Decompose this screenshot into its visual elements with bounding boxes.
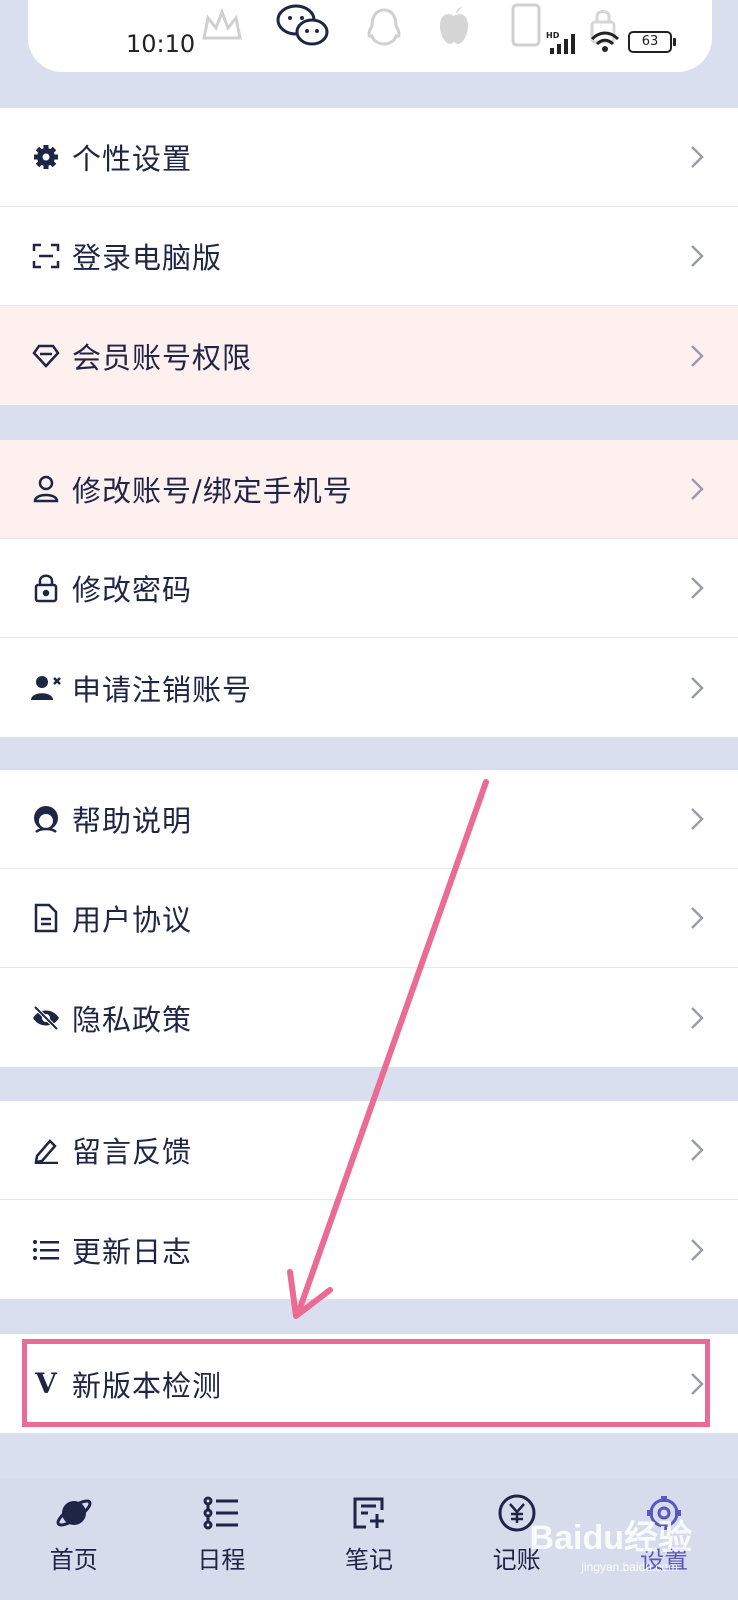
status-bar: 10:10 HD 63 — [28, 0, 712, 72]
tab-home[interactable]: 首页 — [0, 1478, 148, 1600]
chevron-right-icon — [691, 146, 704, 168]
tab-label: 笔记 — [344, 1546, 393, 1574]
crown-icon — [202, 8, 242, 40]
pencil-icon — [30, 1134, 62, 1166]
row-label: 登录电脑版 — [72, 241, 223, 275]
gear-icon — [30, 141, 62, 173]
row-change-password[interactable]: 修改密码 — [0, 539, 738, 638]
watermark: Baidu经验 — [529, 1519, 692, 1557]
row-label: 会员账号权限 — [72, 340, 253, 375]
chevron-right-icon — [691, 676, 704, 699]
row-label: 帮助说明 — [72, 804, 193, 838]
settings-group-account: 修改账号/绑定手机号 修改密码 申请注销账号 — [0, 440, 738, 737]
row-label: 修改密码 — [72, 573, 193, 607]
note-add-icon — [348, 1492, 390, 1534]
scan-icon — [30, 240, 62, 272]
signal-icon: HD — [546, 31, 575, 54]
apple-icon — [440, 7, 468, 44]
settings-group-info: 帮助说明 用户协议 隐私政策 — [0, 770, 738, 1067]
user-remove-icon — [30, 672, 62, 704]
row-label: 更新日志 — [72, 1234, 193, 1269]
row-label: 新版本检测 — [72, 1368, 223, 1403]
tab-label: 首页 — [49, 1546, 98, 1574]
row-label: 修改账号/绑定手机号 — [72, 474, 353, 508]
chevron-right-icon — [691, 478, 704, 500]
chevron-right-icon — [691, 808, 704, 830]
battery-indicator: 63 — [628, 31, 676, 53]
status-time: 10:10 — [126, 30, 196, 58]
chevron-right-icon — [691, 245, 704, 267]
row-help[interactable]: 帮助说明 — [0, 770, 738, 869]
row-pc-login[interactable]: 登录电脑版 — [0, 207, 738, 306]
diamond-icon — [30, 340, 62, 372]
schedule-icon — [200, 1492, 242, 1534]
settings-group-version: V 新版本检测 — [0, 1334, 738, 1433]
row-changelog[interactable]: 更新日志 — [0, 1200, 738, 1299]
row-privacy-policy[interactable]: 隐私政策 — [0, 968, 738, 1067]
chevron-right-icon — [691, 1006, 704, 1029]
settings-group-feedback: 留言反馈 更新日志 — [0, 1101, 738, 1299]
row-membership[interactable]: 会员账号权限 — [0, 306, 738, 405]
settings-group-personal: 个性设置 登录电脑版 会员账号权限 — [0, 108, 738, 405]
status-indicators: HD 63 — [546, 30, 676, 54]
row-label: 留言反馈 — [72, 1135, 193, 1169]
tab-notes[interactable]: 笔记 — [295, 1478, 443, 1600]
planet-icon — [53, 1492, 95, 1534]
user-icon — [30, 473, 62, 505]
help-person-icon — [30, 803, 62, 835]
wifi-icon — [590, 31, 620, 52]
row-user-agreement[interactable]: 用户协议 — [0, 869, 738, 968]
row-version-check[interactable]: V 新版本检测 — [0, 1334, 738, 1433]
eye-off-icon — [30, 1002, 62, 1034]
chevron-right-icon — [691, 1238, 704, 1261]
row-delete-account[interactable]: 申请注销账号 — [0, 638, 738, 737]
row-label: 申请注销账号 — [72, 672, 253, 707]
chevron-right-icon — [691, 344, 704, 367]
lock-icon — [30, 572, 62, 604]
row-label: 个性设置 — [72, 142, 193, 176]
chevron-right-icon — [691, 1139, 704, 1161]
wechat-icon — [276, 4, 329, 46]
chevron-right-icon — [691, 1372, 704, 1395]
version-icon: V — [35, 1367, 57, 1400]
list-icon — [30, 1234, 62, 1266]
chevron-right-icon — [691, 577, 704, 599]
row-label: 隐私政策 — [72, 1002, 193, 1037]
qq-icon — [367, 8, 401, 46]
row-change-account[interactable]: 修改账号/绑定手机号 — [0, 440, 738, 539]
row-label: 用户协议 — [72, 903, 193, 937]
document-icon — [30, 902, 62, 934]
tab-label: 日程 — [197, 1546, 246, 1574]
row-feedback[interactable]: 留言反馈 — [0, 1101, 738, 1200]
chevron-right-icon — [691, 907, 704, 929]
watermark-url: jingyan.baidu.com — [581, 1560, 678, 1574]
phone-icon — [511, 3, 541, 47]
row-personal-settings[interactable]: 个性设置 — [0, 108, 738, 207]
tab-schedule[interactable]: 日程 — [148, 1478, 296, 1600]
svg-text:HD: HD — [546, 31, 560, 40]
